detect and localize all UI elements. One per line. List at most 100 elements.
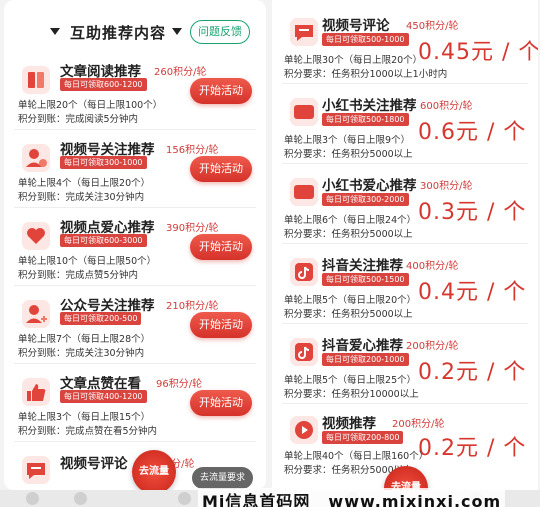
daily-limit-tag: 每日可领取600-3000 bbox=[60, 234, 147, 247]
feedback-button[interactable]: 问题反馈 bbox=[190, 20, 250, 44]
divider bbox=[282, 163, 528, 164]
task-points: 390积分/轮 bbox=[166, 223, 219, 234]
task-item-video-like: 视频点爱心推荐 390积分/轮 每日可领取600-3000 开始活动 单轮上限1… bbox=[4, 216, 266, 293]
right-task-panel: 视频号评论 450积分/轮 每日可领取500-1000 0.45元 / 个 单轮… bbox=[272, 0, 538, 490]
nav-home-icon[interactable] bbox=[26, 492, 39, 505]
task-limit-text: 单轮上限5个（每日上限20个） bbox=[284, 295, 417, 306]
task-requirement-text: 积分要求：任务积分1000以上1小时内 bbox=[284, 69, 448, 80]
task-item-douyin-like: 抖音爱心推荐 200积分/轮 每日可领取200-1000 0.2元 / 个 单轮… bbox=[272, 332, 538, 402]
title-right-arrow-icon bbox=[172, 28, 182, 35]
divider bbox=[282, 83, 528, 84]
start-activity-button[interactable]: 开始活动 bbox=[190, 156, 252, 182]
task-limit-text: 单轮上限3个（每日上限15个） bbox=[18, 412, 151, 423]
task-requirement-text: 积分要求：任务积分5000以上 bbox=[284, 229, 413, 240]
douyin-icon bbox=[288, 336, 320, 368]
unit-price: 0.4元 / 个 bbox=[418, 280, 527, 305]
nav-message-icon[interactable] bbox=[178, 492, 191, 505]
task-name: 视频号评论 bbox=[60, 456, 128, 472]
task-requirement-text: 积分要求：任务积分10000以上 bbox=[284, 389, 419, 400]
task-name: 文章点赞在看 bbox=[60, 376, 141, 392]
task-limit-text: 单轮上限20个（每日上限100个） bbox=[18, 100, 163, 111]
divider bbox=[14, 363, 256, 364]
unit-price: 0.2元 / 个 bbox=[418, 360, 527, 385]
task-points: 600积分/轮 bbox=[420, 101, 473, 112]
unit-price: 0.3元 / 个 bbox=[418, 200, 527, 225]
daily-limit-tag: 每日可领取200-1000 bbox=[322, 353, 409, 366]
task-name: 视频号评论 bbox=[322, 18, 390, 34]
user-plus-icon bbox=[20, 298, 52, 330]
daily-limit-tag: 每日可领取500-1000 bbox=[322, 33, 409, 46]
task-item-xhs-follow: 小红书关注推荐 600积分/轮 每日可领取500-1800 0.6元 / 个 单… bbox=[272, 92, 538, 162]
traffic-badge-button[interactable]: 去流量 bbox=[132, 450, 176, 490]
task-item-channel-follow: 视频号关注推荐 156积分/轮 每日可领取300-1000 开始活动 单轮上限4… bbox=[4, 138, 266, 215]
task-item-video-comment: 视频号评论 450积分/轮 每日可领取500-1000 0.45元 / 个 单轮… bbox=[272, 12, 538, 82]
daily-limit-tag: 每日可领取400-1200 bbox=[60, 390, 147, 403]
start-activity-button[interactable]: 开始活动 bbox=[190, 312, 252, 338]
comment-icon bbox=[288, 16, 320, 48]
task-item-douyin-follow: 抖音关注推荐 400积分/轮 每日可领取500-1500 0.4元 / 个 单轮… bbox=[272, 252, 538, 322]
xiaohongshu-icon bbox=[288, 176, 320, 208]
task-points: 400积分/轮 bbox=[406, 261, 459, 272]
task-points: 210积分/轮 bbox=[166, 301, 219, 312]
unit-price: 0.6元 / 个 bbox=[418, 120, 527, 145]
task-requirement-text: 积分要求：任务积分5000以上 bbox=[284, 309, 413, 320]
task-name: 视频点爱心推荐 bbox=[60, 220, 155, 236]
task-name: 公众号关注推荐 bbox=[60, 298, 155, 314]
task-points: 156积分/轮 bbox=[166, 145, 219, 156]
daily-limit-tag: 每日可领取200-800 bbox=[322, 431, 404, 444]
task-points: 260积分/轮 bbox=[154, 67, 207, 78]
task-item-article-like: 文章点赞在看 96积分/轮 每日可领取400-1200 开始活动 单轮上限3个（… bbox=[4, 372, 266, 449]
task-points: 200积分/轮 bbox=[406, 341, 459, 352]
daily-limit-tag: 每日可领取200-500 bbox=[60, 312, 142, 325]
task-limit-text: 单轮上限40个（每日上限160个） bbox=[284, 451, 429, 462]
watermark-url: www.mixinxi.com bbox=[328, 492, 502, 507]
daily-limit-tag: 每日可领取500-1500 bbox=[322, 273, 409, 286]
task-points: 300积分/轮 bbox=[420, 181, 473, 192]
douyin-icon bbox=[288, 256, 320, 288]
xiaohongshu-icon bbox=[288, 96, 320, 128]
task-credit-text: 积分到账：完成关注30分钟内 bbox=[18, 192, 145, 203]
task-name: 文章阅读推荐 bbox=[60, 64, 141, 80]
panel-header: 互助推荐内容 问题反馈 bbox=[4, 0, 266, 60]
title-left-arrow-icon bbox=[50, 28, 60, 35]
start-activity-button[interactable]: 开始活动 bbox=[190, 234, 252, 260]
divider bbox=[282, 403, 528, 404]
start-activity-button[interactable]: 开始活动 bbox=[190, 78, 252, 104]
task-item-account-follow: 公众号关注推荐 210积分/轮 每日可领取200-500 开始活动 单轮上限7个… bbox=[4, 294, 266, 371]
user-follow-icon bbox=[20, 142, 52, 174]
task-name: 视频号关注推荐 bbox=[60, 142, 155, 158]
task-name: 小红书关注推荐 bbox=[322, 98, 417, 114]
traffic-requirement-bubble[interactable]: 去流量要求 bbox=[192, 467, 254, 489]
divider bbox=[14, 441, 256, 442]
page-title: 互助推荐内容 bbox=[70, 24, 167, 42]
task-name: 视频推荐 bbox=[322, 416, 376, 432]
task-credit-text: 积分到账：完成关注30分钟内 bbox=[18, 348, 145, 359]
task-limit-text: 单轮上限7个（每日上限28个） bbox=[18, 334, 151, 345]
divider bbox=[14, 285, 256, 286]
task-points: 200积分/轮 bbox=[392, 419, 445, 430]
task-credit-text: 积分到账：完成点赞在看5分钟内 bbox=[18, 426, 158, 437]
nav-task-icon[interactable] bbox=[74, 492, 87, 505]
watermark-brand: Mi信息首码网 bbox=[202, 492, 311, 507]
daily-limit-tag: 每日可领取600-1200 bbox=[60, 78, 147, 91]
book-icon bbox=[20, 64, 52, 96]
daily-limit-tag: 每日可领取300-2000 bbox=[322, 193, 409, 206]
divider bbox=[14, 207, 256, 208]
task-limit-text: 单轮上限6个（每日上限24个） bbox=[284, 215, 417, 226]
task-limit-text: 单轮上限10个（每日上限50个） bbox=[18, 256, 157, 267]
task-limit-text: 单轮上限30个（每日上限20个） bbox=[284, 55, 423, 66]
task-limit-text: 单轮上限5个（每日上限25个） bbox=[284, 375, 417, 386]
start-activity-button[interactable]: 开始活动 bbox=[190, 390, 252, 416]
task-name: 抖音关注推荐 bbox=[322, 258, 403, 274]
task-name: 小红书爱心推荐 bbox=[322, 178, 417, 194]
watermark: Mi信息首码网 www.mixinxi.com bbox=[198, 488, 506, 507]
divider bbox=[14, 129, 256, 130]
unit-price: 0.2元 / 个 bbox=[418, 436, 527, 461]
divider bbox=[282, 323, 528, 324]
task-limit-text: 单轮上限3个（每日上限9个） bbox=[284, 135, 411, 146]
left-task-panel: 互助推荐内容 问题反馈 文章阅读推荐 260积分/轮 每日可领取600-1200… bbox=[4, 0, 266, 490]
thumbs-up-icon bbox=[20, 376, 52, 408]
task-item-xhs-like: 小红书爱心推荐 300积分/轮 每日可领取300-2000 0.3元 / 个 单… bbox=[272, 172, 538, 242]
task-limit-text: 单轮上限4个（每日上限20个） bbox=[18, 178, 151, 189]
task-points: 96积分/轮 bbox=[156, 379, 203, 390]
